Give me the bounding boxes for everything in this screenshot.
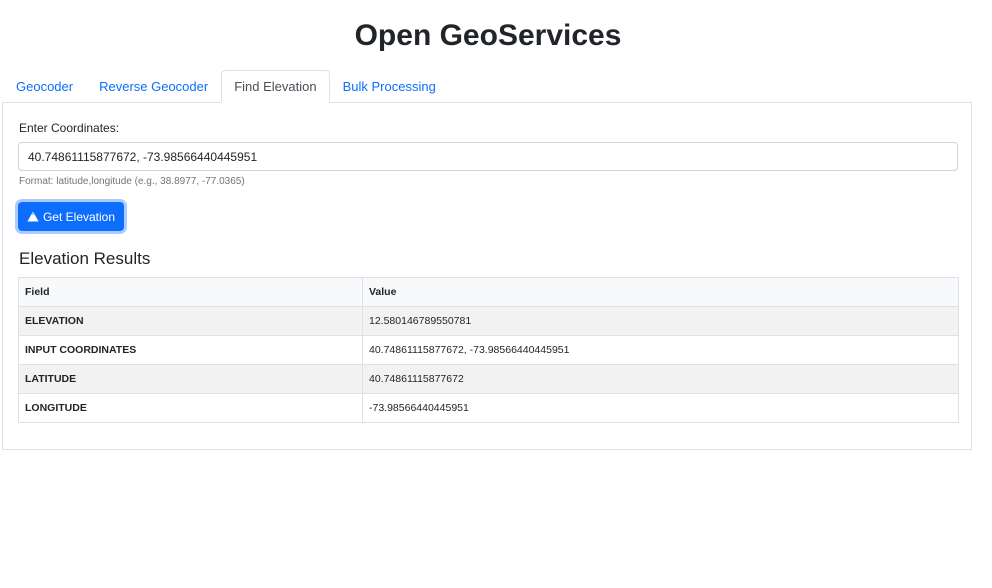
results-table: Field Value ELEVATION 12.580146789550781… [18,277,959,423]
results-title: Elevation Results [19,249,151,268]
row-value: 40.74861115877672 [362,364,959,394]
tab-find-elevation[interactable]: Find Elevation [221,70,330,103]
coordinates-label: Enter Coordinates: [19,121,120,135]
get-elevation-label: Get Elevation [42,209,116,224]
get-elevation-button[interactable]: Get Elevation [18,202,124,231]
table-row: LATITUDE 40.74861115877672 [18,364,959,394]
page-title: Open GeoServices [354,19,622,52]
tab-reverse-geocoder[interactable]: Reverse Geocoder [86,70,221,103]
coordinates-input[interactable] [18,142,958,171]
row-field: LATITUDE [18,364,363,394]
table-row: INPUT COORDINATES 40.74861115877672, -73… [18,335,959,365]
find-elevation-panel: Enter Coordinates: Format: latitude,long… [2,102,972,450]
header-field: Field [18,277,363,307]
row-value: 40.74861115877672, -73.98566440445951 [362,335,959,365]
format-hint: Format: latitude,longitude (e.g., 38.897… [19,176,245,187]
tab-geocoder[interactable]: Geocoder [3,70,86,103]
row-value: -73.98566440445951 [362,393,959,423]
row-value: 12.580146789550781 [362,306,959,336]
row-field: INPUT COORDINATES [18,335,363,365]
table-row: ELEVATION 12.580146789550781 [18,306,959,336]
table-header-row: Field Value [18,277,959,307]
mountain-icon [27,211,39,222]
tab-bar: Geocoder Reverse Geocoder Find Elevation… [3,70,449,103]
header-value: Value [362,277,959,307]
table-row: LONGITUDE -73.98566440445951 [18,393,959,423]
tab-bulk-processing[interactable]: Bulk Processing [330,70,449,103]
row-field: LONGITUDE [18,393,363,423]
row-field: ELEVATION [18,306,363,336]
